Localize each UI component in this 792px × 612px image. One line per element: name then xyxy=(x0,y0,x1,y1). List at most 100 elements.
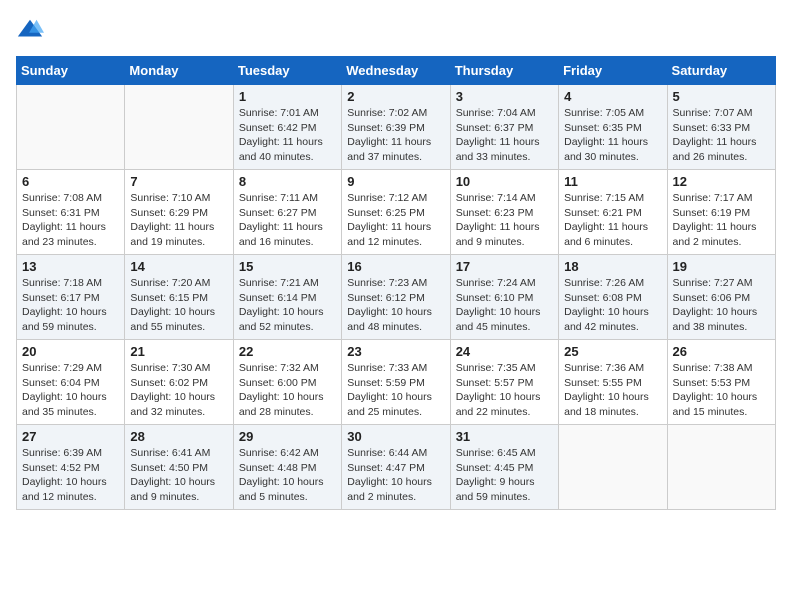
day-info: Sunrise: 6:39 AM Sunset: 4:52 PM Dayligh… xyxy=(22,446,119,505)
day-number: 23 xyxy=(347,344,444,359)
day-info: Sunrise: 7:15 AM Sunset: 6:21 PM Dayligh… xyxy=(564,191,661,250)
weekday-header: Thursday xyxy=(450,57,558,85)
day-number: 13 xyxy=(22,259,119,274)
calendar-cell: 1 Sunrise: 7:01 AM Sunset: 6:42 PM Daylig… xyxy=(233,85,341,170)
day-info: Sunrise: 6:44 AM Sunset: 4:47 PM Dayligh… xyxy=(347,446,444,505)
page-header xyxy=(16,16,776,44)
day-number: 16 xyxy=(347,259,444,274)
weekday-header: Wednesday xyxy=(342,57,450,85)
calendar-cell: 13 Sunrise: 7:18 AM Sunset: 6:17 PM Dayli… xyxy=(17,255,125,340)
day-info: Sunrise: 7:01 AM Sunset: 6:42 PM Dayligh… xyxy=(239,106,336,165)
day-number: 31 xyxy=(456,429,553,444)
day-number: 20 xyxy=(22,344,119,359)
logo xyxy=(16,16,48,44)
calendar-cell: 2 Sunrise: 7:02 AM Sunset: 6:39 PM Daylig… xyxy=(342,85,450,170)
calendar-week-row: 27 Sunrise: 6:39 AM Sunset: 4:52 PM Dayli… xyxy=(17,425,776,510)
calendar-cell: 18 Sunrise: 7:26 AM Sunset: 6:08 PM Dayli… xyxy=(559,255,667,340)
day-info: Sunrise: 7:18 AM Sunset: 6:17 PM Dayligh… xyxy=(22,276,119,335)
day-info: Sunrise: 7:23 AM Sunset: 6:12 PM Dayligh… xyxy=(347,276,444,335)
calendar-body: 1 Sunrise: 7:01 AM Sunset: 6:42 PM Daylig… xyxy=(17,85,776,510)
day-info: Sunrise: 7:02 AM Sunset: 6:39 PM Dayligh… xyxy=(347,106,444,165)
day-info: Sunrise: 7:38 AM Sunset: 5:53 PM Dayligh… xyxy=(673,361,770,420)
calendar-week-row: 1 Sunrise: 7:01 AM Sunset: 6:42 PM Daylig… xyxy=(17,85,776,170)
calendar-cell: 16 Sunrise: 7:23 AM Sunset: 6:12 PM Dayli… xyxy=(342,255,450,340)
day-number: 2 xyxy=(347,89,444,104)
weekday-row: SundayMondayTuesdayWednesdayThursdayFrid… xyxy=(17,57,776,85)
calendar-week-row: 20 Sunrise: 7:29 AM Sunset: 6:04 PM Dayli… xyxy=(17,340,776,425)
day-info: Sunrise: 7:05 AM Sunset: 6:35 PM Dayligh… xyxy=(564,106,661,165)
day-number: 25 xyxy=(564,344,661,359)
day-number: 6 xyxy=(22,174,119,189)
day-number: 8 xyxy=(239,174,336,189)
day-number: 30 xyxy=(347,429,444,444)
calendar-cell xyxy=(17,85,125,170)
calendar-cell: 21 Sunrise: 7:30 AM Sunset: 6:02 PM Dayli… xyxy=(125,340,233,425)
logo-icon xyxy=(16,16,44,44)
day-number: 14 xyxy=(130,259,227,274)
calendar-week-row: 6Sunrise: 7:08 AM Sunset: 6:31 PM Daylig… xyxy=(17,170,776,255)
day-info: Sunrise: 7:17 AM Sunset: 6:19 PM Dayligh… xyxy=(673,191,770,250)
calendar-cell: 27 Sunrise: 6:39 AM Sunset: 4:52 PM Dayli… xyxy=(17,425,125,510)
day-info: Sunrise: 7:12 AM Sunset: 6:25 PM Dayligh… xyxy=(347,191,444,250)
calendar-cell: 24 Sunrise: 7:35 AM Sunset: 5:57 PM Dayli… xyxy=(450,340,558,425)
calendar-cell: 23 Sunrise: 7:33 AM Sunset: 5:59 PM Dayli… xyxy=(342,340,450,425)
day-number: 9 xyxy=(347,174,444,189)
day-info: Sunrise: 7:35 AM Sunset: 5:57 PM Dayligh… xyxy=(456,361,553,420)
day-number: 12 xyxy=(673,174,770,189)
calendar-cell: 7 Sunrise: 7:10 AM Sunset: 6:29 PM Daylig… xyxy=(125,170,233,255)
day-number: 27 xyxy=(22,429,119,444)
weekday-header: Monday xyxy=(125,57,233,85)
calendar-cell: 29 Sunrise: 6:42 AM Sunset: 4:48 PM Dayli… xyxy=(233,425,341,510)
calendar-table: SundayMondayTuesdayWednesdayThursdayFrid… xyxy=(16,56,776,510)
calendar-cell: 19 Sunrise: 7:27 AM Sunset: 6:06 PM Dayli… xyxy=(667,255,775,340)
day-info: Sunrise: 7:20 AM Sunset: 6:15 PM Dayligh… xyxy=(130,276,227,335)
day-info: Sunrise: 7:10 AM Sunset: 6:29 PM Dayligh… xyxy=(130,191,227,250)
calendar-cell: 31 Sunrise: 6:45 AM Sunset: 4:45 PM Dayli… xyxy=(450,425,558,510)
day-number: 19 xyxy=(673,259,770,274)
day-number: 5 xyxy=(673,89,770,104)
day-number: 18 xyxy=(564,259,661,274)
calendar-cell: 10Sunrise: 7:14 AM Sunset: 6:23 PM Dayli… xyxy=(450,170,558,255)
calendar-cell: 30 Sunrise: 6:44 AM Sunset: 4:47 PM Dayli… xyxy=(342,425,450,510)
day-info: Sunrise: 7:11 AM Sunset: 6:27 PM Dayligh… xyxy=(239,191,336,250)
day-info: Sunrise: 6:42 AM Sunset: 4:48 PM Dayligh… xyxy=(239,446,336,505)
calendar-cell: 3 Sunrise: 7:04 AM Sunset: 6:37 PM Daylig… xyxy=(450,85,558,170)
calendar-cell: 25 Sunrise: 7:36 AM Sunset: 5:55 PM Dayli… xyxy=(559,340,667,425)
weekday-header: Friday xyxy=(559,57,667,85)
weekday-header: Saturday xyxy=(667,57,775,85)
calendar-cell: 6Sunrise: 7:08 AM Sunset: 6:31 PM Daylig… xyxy=(17,170,125,255)
day-info: Sunrise: 7:21 AM Sunset: 6:14 PM Dayligh… xyxy=(239,276,336,335)
weekday-header: Tuesday xyxy=(233,57,341,85)
day-info: Sunrise: 7:26 AM Sunset: 6:08 PM Dayligh… xyxy=(564,276,661,335)
day-number: 17 xyxy=(456,259,553,274)
calendar-cell: 17 Sunrise: 7:24 AM Sunset: 6:10 PM Dayli… xyxy=(450,255,558,340)
day-number: 1 xyxy=(239,89,336,104)
day-info: Sunrise: 6:45 AM Sunset: 4:45 PM Dayligh… xyxy=(456,446,553,505)
calendar-cell: 22Sunrise: 7:32 AM Sunset: 6:00 PM Dayli… xyxy=(233,340,341,425)
day-info: Sunrise: 7:24 AM Sunset: 6:10 PM Dayligh… xyxy=(456,276,553,335)
day-number: 28 xyxy=(130,429,227,444)
day-info: Sunrise: 7:29 AM Sunset: 6:04 PM Dayligh… xyxy=(22,361,119,420)
day-info: Sunrise: 7:27 AM Sunset: 6:06 PM Dayligh… xyxy=(673,276,770,335)
day-number: 26 xyxy=(673,344,770,359)
calendar-header: SundayMondayTuesdayWednesdayThursdayFrid… xyxy=(17,57,776,85)
day-number: 10 xyxy=(456,174,553,189)
day-info: Sunrise: 7:07 AM Sunset: 6:33 PM Dayligh… xyxy=(673,106,770,165)
day-number: 24 xyxy=(456,344,553,359)
day-number: 11 xyxy=(564,174,661,189)
calendar-cell xyxy=(559,425,667,510)
day-info: Sunrise: 7:36 AM Sunset: 5:55 PM Dayligh… xyxy=(564,361,661,420)
calendar-cell: 5 Sunrise: 7:07 AM Sunset: 6:33 PM Daylig… xyxy=(667,85,775,170)
day-number: 15 xyxy=(239,259,336,274)
calendar-cell: 28Sunrise: 6:41 AM Sunset: 4:50 PM Dayli… xyxy=(125,425,233,510)
day-info: Sunrise: 7:30 AM Sunset: 6:02 PM Dayligh… xyxy=(130,361,227,420)
calendar-cell: 11 Sunrise: 7:15 AM Sunset: 6:21 PM Dayli… xyxy=(559,170,667,255)
day-number: 21 xyxy=(130,344,227,359)
day-info: Sunrise: 7:04 AM Sunset: 6:37 PM Dayligh… xyxy=(456,106,553,165)
day-info: Sunrise: 7:33 AM Sunset: 5:59 PM Dayligh… xyxy=(347,361,444,420)
day-number: 3 xyxy=(456,89,553,104)
day-number: 7 xyxy=(130,174,227,189)
day-number: 29 xyxy=(239,429,336,444)
calendar-week-row: 13 Sunrise: 7:18 AM Sunset: 6:17 PM Dayli… xyxy=(17,255,776,340)
calendar-cell: 4Sunrise: 7:05 AM Sunset: 6:35 PM Daylig… xyxy=(559,85,667,170)
